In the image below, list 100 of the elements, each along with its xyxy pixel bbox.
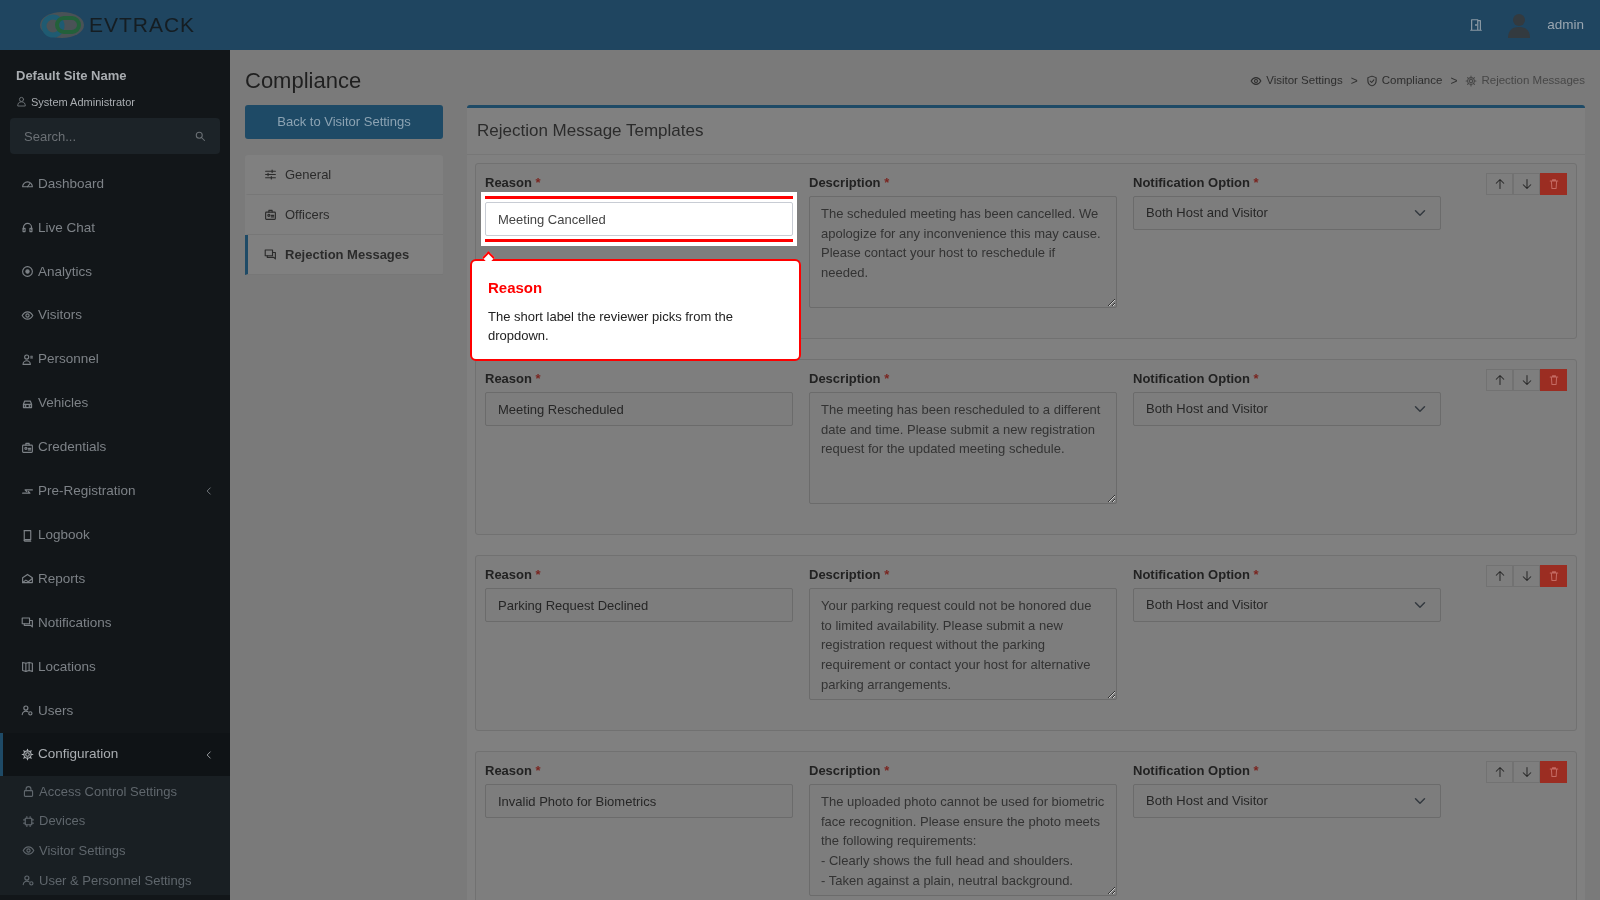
chat-icon (21, 616, 34, 630)
trash-icon (1547, 569, 1560, 582)
delete-button[interactable] (1540, 760, 1567, 783)
nav-label: Logbook (38, 525, 90, 544)
user-name[interactable]: admin (1547, 14, 1584, 36)
gear-icon (1465, 74, 1478, 87)
text-area[interactable]: The meeting has been rescheduled to a different date and time. Please submit a new registration request for the updated meeting schedule. (809, 392, 1117, 504)
site-name: Default Site Name (15, 67, 128, 85)
nav-label: Analytics (38, 262, 93, 281)
nav-label: Visitors (38, 306, 82, 325)
delete-button[interactable] (1540, 172, 1567, 195)
breadcrumb-separator: > (1450, 72, 1458, 90)
nav-item[interactable]: Logbook (0, 513, 230, 557)
page-title: Compliance (245, 67, 362, 95)
field-label: Description * (809, 369, 891, 388)
breadcrumb-link[interactable]: Compliance (1381, 71, 1443, 90)
submenu-item[interactable]: Devices (0, 806, 230, 836)
move-up-button[interactable] (1486, 760, 1513, 783)
back-button[interactable]: Back to Visitor Settings (245, 105, 443, 139)
select-field[interactable]: Both Host and Visitor (1133, 196, 1441, 230)
arrow-up-icon (1493, 177, 1506, 190)
move-up-button[interactable] (1486, 172, 1513, 195)
nav-label: Users (38, 701, 74, 720)
field-label: Notification Option * (1133, 173, 1260, 192)
eye-icon (22, 844, 35, 858)
move-down-button[interactable] (1513, 760, 1540, 783)
nav-item[interactable]: Live Chat (0, 205, 230, 250)
users-gear-icon (21, 704, 34, 718)
nav-item[interactable]: Notifications (0, 600, 230, 645)
avatar-icon[interactable] (1507, 12, 1532, 38)
move-down-button[interactable] (1513, 564, 1540, 587)
nav-label: Configuration (38, 745, 119, 764)
submenu-label: Devices (39, 812, 86, 831)
settings-nav-item[interactable]: Officers (245, 195, 443, 235)
arrow-up-icon (1493, 765, 1506, 778)
field-label: Description * (809, 173, 891, 192)
panel-title: Rejection Message Templates (467, 108, 1585, 155)
nav-item[interactable]: Credentials (0, 425, 230, 470)
id-card-icon (264, 208, 277, 221)
arrow-down-icon (1520, 765, 1533, 778)
search-icon (194, 130, 206, 142)
move-up-button[interactable] (1486, 368, 1513, 391)
text-area[interactable]: Your parking request could not be honored due to limited availability. Please submit a new registration request without the parking requirement or contact your host for alternative parking arrangements. (809, 588, 1117, 700)
eye-icon (1250, 74, 1263, 87)
select-field[interactable]: Both Host and Visitor (1133, 392, 1441, 426)
nav-item[interactable]: Vehicles (0, 381, 230, 426)
popover-text: The short label the reviewer picks from the dropdown. (488, 308, 734, 345)
input-field[interactable]: Meeting Cancelled (485, 202, 793, 236)
move-down-button[interactable] (1513, 368, 1540, 391)
text-area[interactable]: The uploaded photo cannot be used for biometric face recognition. Please ensure the photo meets the following requirements: - Clearly shows the full head and shoulders. - Taken against a plain, neutral background. (809, 784, 1117, 896)
arrow-down-icon (1520, 177, 1533, 190)
input-field[interactable]: Meeting Rescheduled (485, 392, 793, 426)
field-label: Description * (809, 761, 891, 780)
arrow-down-icon (1520, 373, 1533, 386)
submenu-label: User & Personnel Settings (39, 871, 192, 890)
submenu-item[interactable]: Access Control Settings (0, 776, 230, 807)
chart-icon (21, 572, 34, 586)
settings-nav-label: Officers (285, 205, 330, 224)
nav-item[interactable]: Visitors (0, 293, 230, 338)
text-area[interactable]: The scheduled meeting has been cancelled. We apologize for any inconvenience this may cause. Please contact your host to reschedule if needed. (809, 196, 1117, 308)
arrow-up-icon (1493, 569, 1506, 582)
search-field[interactable]: Search... (10, 118, 220, 154)
door-icon[interactable] (1469, 18, 1484, 32)
eye-icon (21, 309, 34, 323)
move-down-button[interactable] (1513, 172, 1540, 195)
settings-nav-label: General (285, 165, 332, 184)
breadcrumb-link[interactable]: Visitor Settings (1266, 71, 1343, 90)
nav-item[interactable]: Users (0, 688, 230, 733)
nav-label: Credentials (38, 438, 107, 457)
users-gear-icon (22, 873, 35, 887)
nav-item[interactable]: Analytics (0, 249, 230, 294)
nav-item[interactable]: Personnel (0, 337, 230, 382)
input-field[interactable]: Invalid Photo for Biometrics (485, 784, 793, 818)
nav-item[interactable]: Locations (0, 644, 230, 689)
chat-icon (264, 248, 277, 261)
settings-nav-item[interactable]: General (245, 155, 443, 195)
nav-label: Live Chat (38, 218, 96, 237)
nav-item[interactable]: Reports (0, 557, 230, 601)
submenu-item[interactable]: Visitor Settings (0, 835, 230, 866)
shield-icon (1365, 74, 1378, 87)
move-up-button[interactable] (1486, 564, 1513, 587)
delete-button[interactable] (1540, 564, 1567, 587)
select-field[interactable]: Both Host and Visitor (1133, 784, 1441, 818)
sliders-icon (264, 168, 277, 181)
popover-title: Reason (488, 277, 544, 298)
user-role: System Administrator (31, 94, 135, 110)
settings-nav-label: Rejection Messages (285, 245, 410, 264)
field-label: Reason * (485, 761, 542, 780)
nav-label: Vehicles (38, 394, 89, 413)
nav-item[interactable]: Dashboard (0, 162, 230, 206)
select-field[interactable]: Both Host and Visitor (1133, 588, 1441, 622)
map-icon (21, 660, 34, 674)
settings-nav-item[interactable]: Rejection Messages (245, 235, 443, 275)
field-label: Reason * (485, 369, 542, 388)
headset-icon (21, 221, 34, 235)
target-icon (21, 265, 34, 279)
nav-item[interactable]: Pre-Registration (0, 469, 230, 514)
delete-button[interactable] (1540, 368, 1567, 391)
input-field[interactable]: Parking Request Declined (485, 588, 793, 622)
submenu-item[interactable]: User & Personnel Settings (0, 865, 230, 896)
